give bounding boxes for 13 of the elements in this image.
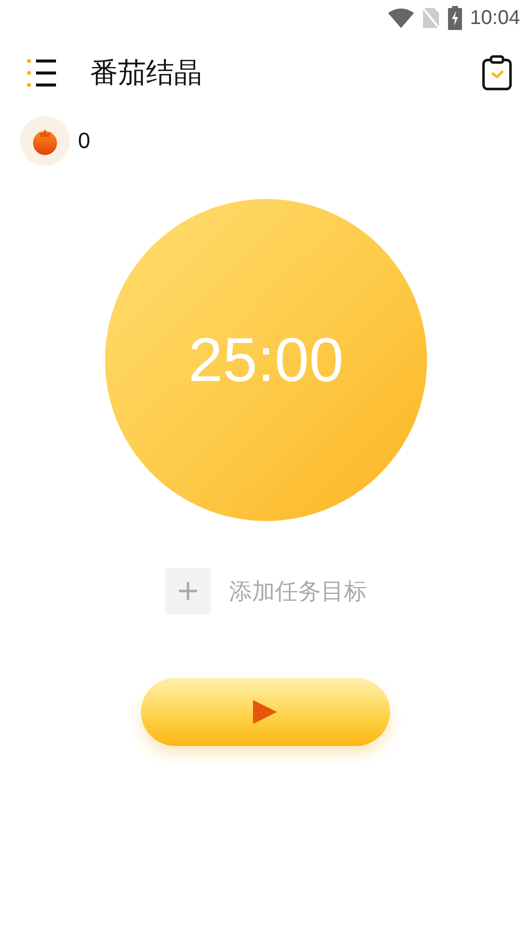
- play-icon: [252, 699, 278, 725]
- wifi-icon: [388, 8, 414, 28]
- clipboard-check-icon[interactable]: [482, 55, 512, 91]
- add-task-button[interactable]: 添加任务目标: [165, 568, 367, 614]
- tomato-icon: [32, 127, 58, 155]
- plus-icon: [179, 582, 197, 600]
- menu-icon[interactable]: [26, 58, 58, 88]
- app-title: 番茄结晶: [90, 56, 203, 90]
- tomato-count: 0: [78, 128, 90, 154]
- status-time: 10:04: [470, 6, 520, 30]
- timer-display[interactable]: 25:00: [105, 199, 427, 521]
- no-sim-icon: [422, 7, 440, 29]
- battery-icon: [448, 6, 462, 30]
